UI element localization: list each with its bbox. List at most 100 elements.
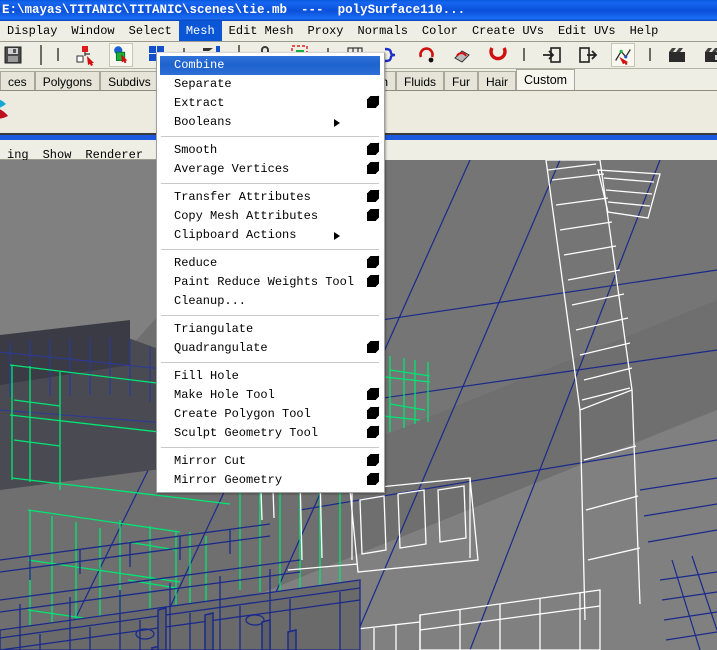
menu-item-label: Smooth <box>174 143 218 157</box>
option-box-icon[interactable] <box>367 99 376 108</box>
output-connections-icon[interactable] <box>576 43 600 67</box>
menu-divider <box>161 362 379 363</box>
construction-history-icon[interactable] <box>611 43 636 67</box>
panel-menu-show[interactable]: Show <box>36 145 79 160</box>
menu-item-label: Create Polygon Tool <box>174 407 311 421</box>
toolbar-separator <box>36 43 45 67</box>
menu-item-create-polygon-tool[interactable]: Create Polygon Tool <box>157 405 384 424</box>
option-box-icon[interactable] <box>367 146 376 155</box>
toolbar-separator <box>54 43 63 67</box>
menu-proxy[interactable]: Proxy <box>300 21 350 41</box>
menu-item-label: Copy Mesh Attributes <box>174 209 319 223</box>
menu-item-make-hole-tool[interactable]: Make Hole Tool <box>157 386 384 405</box>
option-box-icon[interactable] <box>367 457 376 466</box>
menu-divider <box>161 183 379 184</box>
main-menu-bar: Display Window Select Mesh Edit Mesh Proxy Nor… <box>0 21 717 42</box>
option-box-icon[interactable] <box>367 476 376 485</box>
window-title-object: polySurface110... <box>337 3 466 17</box>
render-current-frame-icon[interactable] <box>665 43 689 67</box>
menu-normals[interactable]: Normals <box>351 21 415 41</box>
menu-item-label: Sculpt Geometry Tool <box>174 426 319 440</box>
menu-divider <box>161 315 379 316</box>
menu-item-fill-hole[interactable]: Fill Hole <box>157 367 384 386</box>
menu-item-triangulate[interactable]: Triangulate <box>157 320 384 339</box>
snap-to-view-plane-icon[interactable] <box>450 43 474 67</box>
menu-edit-uvs[interactable]: Edit UVs <box>551 21 623 41</box>
menu-item-label: Extract <box>174 96 225 110</box>
menu-item-booleans[interactable]: Booleans <box>157 113 384 132</box>
shelf-tab-fluids[interactable]: Fluids <box>396 71 445 90</box>
shelf-tab-polygons[interactable]: Polygons <box>34 71 101 90</box>
menu-item-sculpt-geometry-tool[interactable]: Sculpt Geometry Tool <box>157 424 384 443</box>
maya-application-window: E:\mayas\TITANIC\TITANIC\scenes\tie.mb --… <box>0 0 717 650</box>
option-box-icon[interactable] <box>367 165 376 174</box>
select-by-hierarchy-icon[interactable] <box>74 43 98 67</box>
menu-item-label: Combine <box>174 58 225 72</box>
window-titlebar: E:\mayas\TITANIC\TITANIC\scenes\tie.mb --… <box>0 0 717 21</box>
toolbar-separator <box>520 43 529 67</box>
menu-item-paint-reduce-weights-tool[interactable]: Paint Reduce Weights Tool <box>157 273 384 292</box>
shelf-tab-custom[interactable]: Custom <box>516 69 576 90</box>
menu-display[interactable]: Display <box>0 21 64 41</box>
shelf-tab-hair[interactable]: Hair <box>478 71 517 90</box>
menu-item-combine[interactable]: Combine <box>160 56 380 75</box>
menu-divider <box>161 249 379 250</box>
menu-item-smooth[interactable]: Smooth <box>157 141 384 160</box>
menu-item-label: Quadrangulate <box>174 341 268 355</box>
menu-divider <box>161 447 379 448</box>
option-box-icon[interactable] <box>367 212 376 221</box>
menu-item-quadrangulate[interactable]: Quadrangulate <box>157 339 384 358</box>
ipr-render-icon[interactable] <box>701 43 717 67</box>
menu-item-mirror-cut[interactable]: Mirror Cut <box>157 452 384 471</box>
option-box-icon[interactable] <box>367 410 376 419</box>
window-title-path: E:\mayas\TITANIC\TITANIC\scenes\tie.mb <box>2 3 288 17</box>
shelf-tab-fur[interactable]: Fur <box>444 71 479 90</box>
option-box-icon[interactable] <box>367 259 376 268</box>
snap-to-point-icon[interactable] <box>415 43 439 67</box>
option-box-icon[interactable] <box>367 278 376 287</box>
menu-item-label: Average Vertices <box>174 162 290 176</box>
menu-edit-mesh[interactable]: Edit Mesh <box>222 21 301 41</box>
custom-shelf-item-icon[interactable] <box>0 94 22 130</box>
menu-item-extract[interactable]: Extract <box>157 94 384 113</box>
select-by-object-icon[interactable] <box>109 43 134 67</box>
mesh-dropdown-menu[interactable]: Combine Separate Extract Booleans Smooth… <box>156 52 385 493</box>
menu-item-label: Mirror Cut <box>174 454 247 468</box>
option-box-icon[interactable] <box>367 344 376 353</box>
menu-color[interactable]: Color <box>415 21 465 41</box>
menu-item-label: Make Hole Tool <box>174 388 275 402</box>
snap-to-magnet-icon[interactable] <box>486 43 510 67</box>
menu-select[interactable]: Select <box>122 21 179 41</box>
panel-menu-lighting[interactable]: ing <box>0 145 36 160</box>
menu-item-label: Clipboard Actions <box>174 228 297 242</box>
menu-window[interactable]: Window <box>64 21 121 41</box>
shelf-tab-surfaces[interactable]: ces <box>0 71 35 90</box>
window-title-separator: --- <box>301 3 324 17</box>
menu-create-uvs[interactable]: Create UVs <box>465 21 551 41</box>
menu-item-label: Transfer Attributes <box>174 190 311 204</box>
menu-item-label: Fill Hole <box>174 369 239 383</box>
menu-item-average-vertices[interactable]: Average Vertices <box>157 160 384 179</box>
menu-help[interactable]: Help <box>623 21 666 41</box>
shelf-tab-subdivs[interactable]: Subdivs <box>100 71 159 90</box>
option-box-icon[interactable] <box>367 429 376 438</box>
menu-item-label: Triangulate <box>174 322 254 336</box>
menu-item-label: Paint Reduce Weights Tool <box>174 275 355 289</box>
save-scene-icon[interactable] <box>1 43 25 67</box>
menu-item-mirror-geometry[interactable]: Mirror Geometry <box>157 471 384 490</box>
menu-item-clipboard-actions[interactable]: Clipboard Actions <box>157 226 384 245</box>
menu-mesh[interactable]: Mesh <box>178 21 222 41</box>
menu-item-cleanup[interactable]: Cleanup... <box>157 292 384 311</box>
panel-menu-renderer[interactable]: Renderer <box>78 145 150 160</box>
menu-item-transfer-attributes[interactable]: Transfer Attributes <box>157 188 384 207</box>
menu-item-copy-mesh-attributes[interactable]: Copy Mesh Attributes <box>157 207 384 226</box>
chevron-right-icon <box>334 232 340 240</box>
menu-item-label: Cleanup... <box>174 294 247 308</box>
menu-item-reduce[interactable]: Reduce <box>157 254 384 273</box>
input-connections-icon[interactable] <box>540 43 564 67</box>
menu-item-separate[interactable]: Separate <box>157 75 384 94</box>
option-box-icon[interactable] <box>367 193 376 202</box>
option-box-icon[interactable] <box>367 391 376 400</box>
menu-item-label: Reduce <box>174 256 218 270</box>
menu-item-label: Separate <box>174 77 232 91</box>
